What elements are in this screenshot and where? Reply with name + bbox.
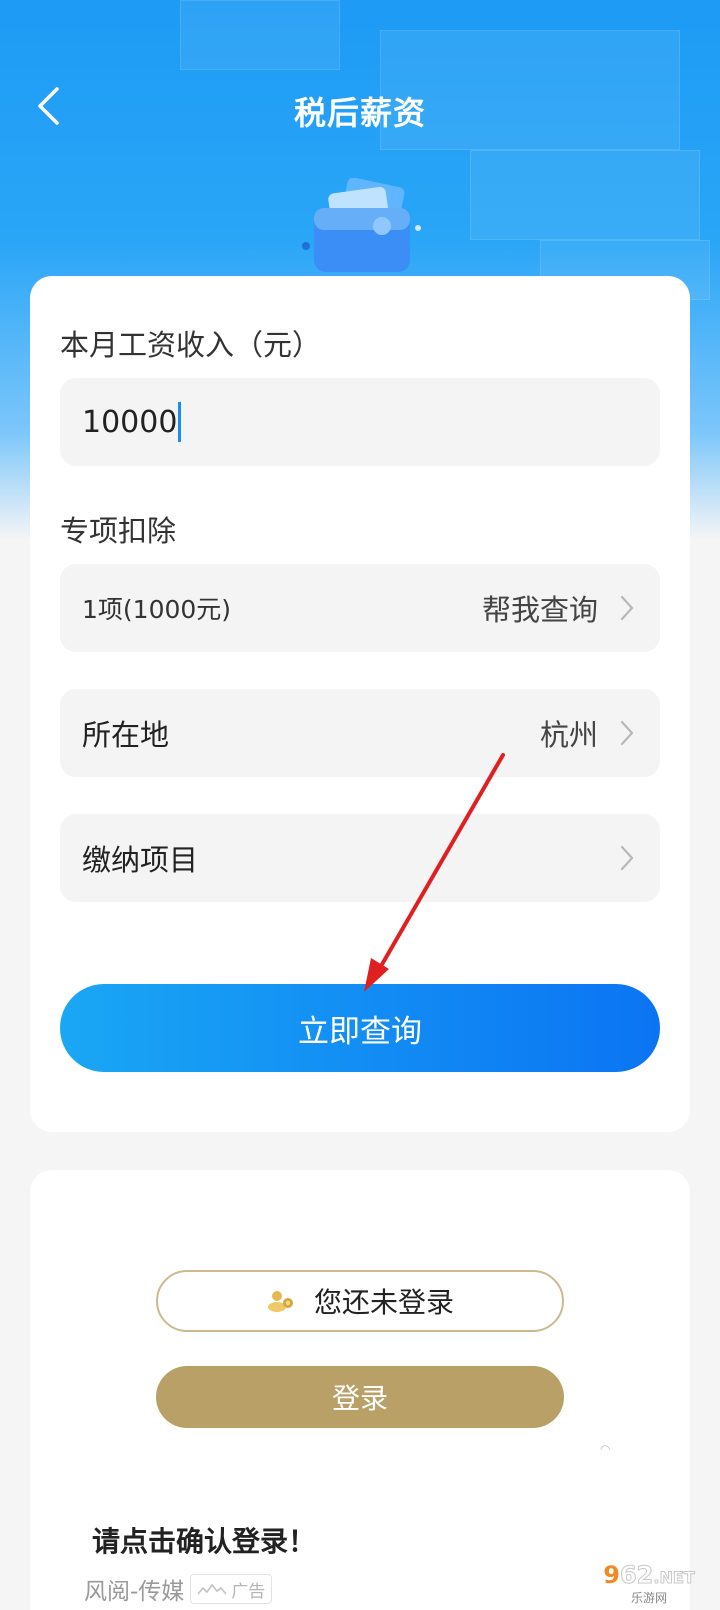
text-caret: [178, 402, 182, 442]
page-title: 税后薪资: [293, 94, 426, 132]
user-coin-icon: [266, 1288, 296, 1314]
banner-decoration: [180, 0, 340, 70]
salary-value: 10000: [82, 404, 178, 440]
login-button[interactable]: 登录: [156, 1366, 564, 1428]
site-watermark: 962.NET 乐游网: [584, 1562, 714, 1606]
location-label: 所在地: [82, 718, 170, 752]
payment-items-field[interactable]: 缴纳项目: [60, 814, 660, 902]
salary-label: 本月工资收入（元）: [60, 328, 322, 362]
login-prompt: 请点击确认登录！: [92, 1525, 317, 1558]
banner-decoration: [470, 150, 700, 240]
chevron-right-icon: [620, 719, 638, 747]
location-field[interactable]: 所在地 杭州: [60, 689, 660, 777]
salary-input-value-wrap: 10000: [82, 402, 182, 442]
ad-logo-icon: [197, 1583, 227, 1595]
ad-source: 风阅-传媒: [84, 1579, 185, 1605]
salary-form-card: 本月工资收入（元） 10000 专项扣除 1项(1000元) 帮我查询 所在地 …: [30, 276, 690, 1132]
location-value: 杭州: [539, 718, 598, 752]
deduction-summary: 1项(1000元): [82, 595, 232, 624]
payment-label: 缴纳项目: [82, 843, 199, 877]
ad-badge: 广告: [190, 1574, 273, 1604]
ad-source-row: 风阅-传媒 广告: [84, 1572, 273, 1606]
deduction-query-link[interactable]: 帮我查询: [482, 587, 598, 629]
wallet-icon: [302, 178, 421, 272]
login-status-pill: 您还未登录: [156, 1270, 564, 1332]
salary-input[interactable]: 10000: [60, 378, 660, 466]
watermark-logo: 962.NET: [603, 1560, 695, 1589]
deduction-label: 专项扣除: [60, 514, 177, 548]
login-status-text: 您还未登录: [313, 1286, 454, 1319]
chevron-right-icon: [620, 594, 638, 622]
query-button[interactable]: 立即查询: [60, 984, 660, 1072]
loading-indicator-icon: ◠: [600, 1442, 611, 1456]
watermark-caption: 乐游网: [630, 1590, 667, 1605]
chevron-right-icon: [620, 844, 638, 872]
login-card: 您还未登录 登录 ◠ 请点击确认登录！ 风阅-传媒 广告: [30, 1170, 690, 1610]
ad-label: 广告: [231, 1581, 266, 1602]
deduction-field[interactable]: 1项(1000元) 帮我查询: [60, 564, 660, 652]
